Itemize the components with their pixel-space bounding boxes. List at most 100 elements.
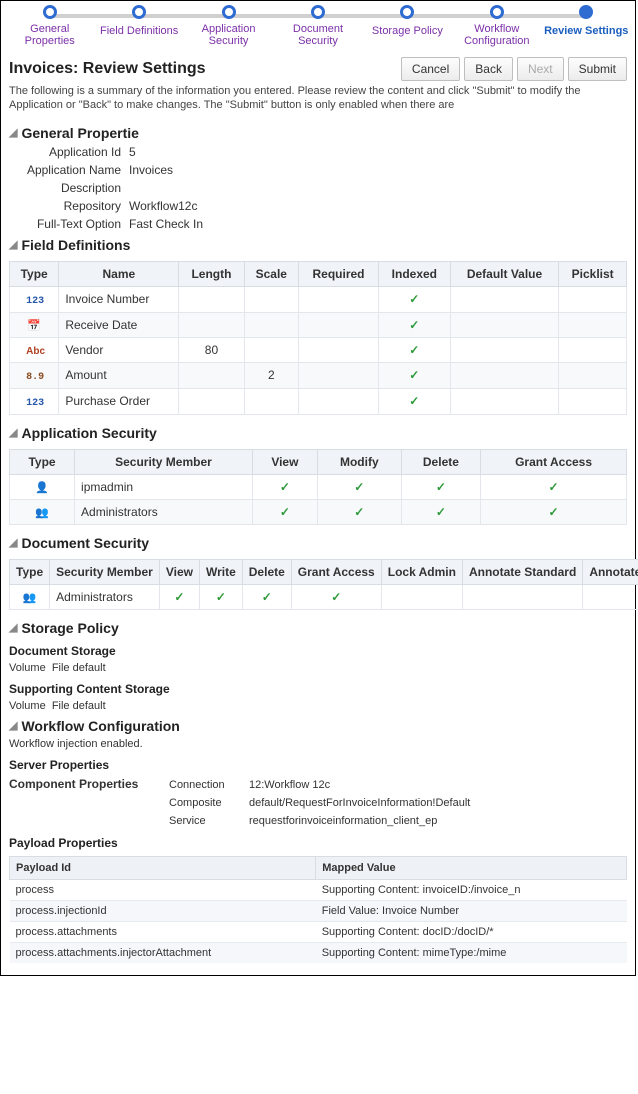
column-header: Default Value [450,261,559,286]
mapped-value: Supporting Content: docID:/docID/* [316,921,627,942]
field-scale: 2 [244,362,299,388]
mapped-value: Field Value: Invoice Number [316,900,627,921]
security-member: ipmadmin [75,474,253,499]
section-storage-policy[interactable]: ◢ Storage Policy [1,616,635,638]
field-definitions-table: TypeNameLengthScaleRequiredIndexedDefaul… [9,261,627,415]
column-header: View [252,449,317,474]
field-default [450,337,559,362]
property-label: Full-Text Option [9,217,129,231]
back-button[interactable]: Back [464,57,513,81]
table-row: process.injectionIdField Value: Invoice … [10,900,627,921]
field-length [179,312,244,337]
component-value: 12:Workflow 12c [249,779,627,791]
table-row: 👥Administrators✓✓✓✓ [10,499,627,524]
check-icon: ✓ [280,480,290,494]
column-header: Picklist [559,261,627,286]
number-type-icon: 123 [26,398,42,409]
field-picklist [559,312,627,337]
wizard-step[interactable]: Workflow Configuration [452,5,541,47]
wizard-step-circle-icon [222,5,236,19]
submit-button[interactable]: Submit [568,57,627,81]
wizard-step-circle-icon [490,5,504,19]
section-title: Storage Policy [21,620,118,636]
property-label: Application Id [9,145,129,159]
payload-properties-table: Payload IdMapped ValueprocessSupporting … [9,856,627,963]
security-member: Administrators [75,499,253,524]
property-row: Full-Text OptionFast Check In [1,215,635,233]
wizard-step-circle-icon [311,5,325,19]
section-title: General Propertie [21,125,139,141]
property-value: Workflow12c [129,199,627,213]
component-property-row: Compositedefault/RequestForInvoiceInform… [1,794,635,812]
wizard-step[interactable]: Storage Policy [363,5,452,37]
column-header: Type [10,449,75,474]
cancel-button[interactable]: Cancel [401,57,460,81]
column-header: Delete [242,559,291,584]
user-icon: 👤 [34,481,50,494]
field-name: Amount [59,362,179,388]
property-label: Description [9,181,129,195]
payload-id: process.attachments.injectorAttachment [10,942,316,963]
check-icon: ✓ [216,590,226,604]
check-icon: ✓ [549,480,559,494]
payload-id: process.injectionId [10,900,316,921]
column-header: Scale [244,261,299,286]
table-row: 👥Administrators✓✓✓✓ [10,584,638,609]
field-default [450,312,559,337]
column-header: Annotate Standard [462,559,582,584]
field-length [179,362,244,388]
wizard-step-label: Document Security [273,23,362,47]
field-name: Purchase Order [59,388,179,414]
check-icon: ✓ [436,505,446,519]
field-scale [244,388,299,414]
disclosure-icon: ◢ [9,621,17,634]
check-icon: ✓ [354,505,364,519]
property-value: Fast Check In [129,217,627,231]
component-key: Connection [169,779,249,791]
column-header: Delete [401,449,480,474]
property-value: 5 [129,145,627,159]
field-picklist [559,337,627,362]
column-header: Modify [317,449,401,474]
date-type-icon: 📅 [26,319,42,332]
section-general-properties[interactable]: ◢ General Propertie [1,121,635,143]
column-header: Grant Access [481,449,627,474]
wizard-step[interactable]: Field Definitions [94,5,183,37]
wizard-step[interactable]: Application Security [184,5,273,47]
wizard-step[interactable]: Review Settings [542,5,631,37]
table-row: processSupporting Content: invoiceID:/in… [10,879,627,900]
decimal-type-icon: 8.9 [26,372,42,383]
mapped-value: Supporting Content: invoiceID:/invoice_n [316,879,627,900]
field-default [450,286,559,312]
security-member: Administrators [50,584,160,609]
column-header: Length [179,261,244,286]
action-buttons: Cancel Back Next Submit [401,57,627,81]
column-header: Security Member [75,449,253,474]
field-picklist [559,362,627,388]
component-key: Composite [169,797,249,809]
component-key: Service [169,815,249,827]
intro-text: The following is a summary of the inform… [1,81,635,121]
section-application-security[interactable]: ◢ Application Security [1,421,635,443]
column-header: Lock Admin [381,559,462,584]
component-property-row: Component PropertiesConnection12:Workflo… [1,774,635,794]
table-row: 👤ipmadmin✓✓✓✓ [10,474,627,499]
component-value: requestforinvoiceinformation_client_ep [249,815,627,827]
section-field-definitions[interactable]: ◢ Field Definitions [1,233,635,255]
column-header: Mapped Value [316,856,627,879]
section-title: Document Security [21,535,149,551]
table-row: process.attachments.injectorAttachmentSu… [10,942,627,963]
wizard-step-circle-icon [579,5,593,19]
field-picklist [559,286,627,312]
section-document-security[interactable]: ◢ Document Security [1,531,635,553]
property-row: Description [1,179,635,197]
column-header: Name [59,261,179,286]
column-header: Type [10,559,50,584]
section-title: Field Definitions [21,237,130,253]
property-row: Application Id5 [1,143,635,161]
wizard-step[interactable]: General Properties [5,5,94,47]
field-name: Invoice Number [59,286,179,312]
wizard-step[interactable]: Document Security [273,5,362,47]
section-workflow-configuration[interactable]: ◢ Workflow Configuration [1,714,635,736]
property-row: RepositoryWorkflow12c [1,197,635,215]
